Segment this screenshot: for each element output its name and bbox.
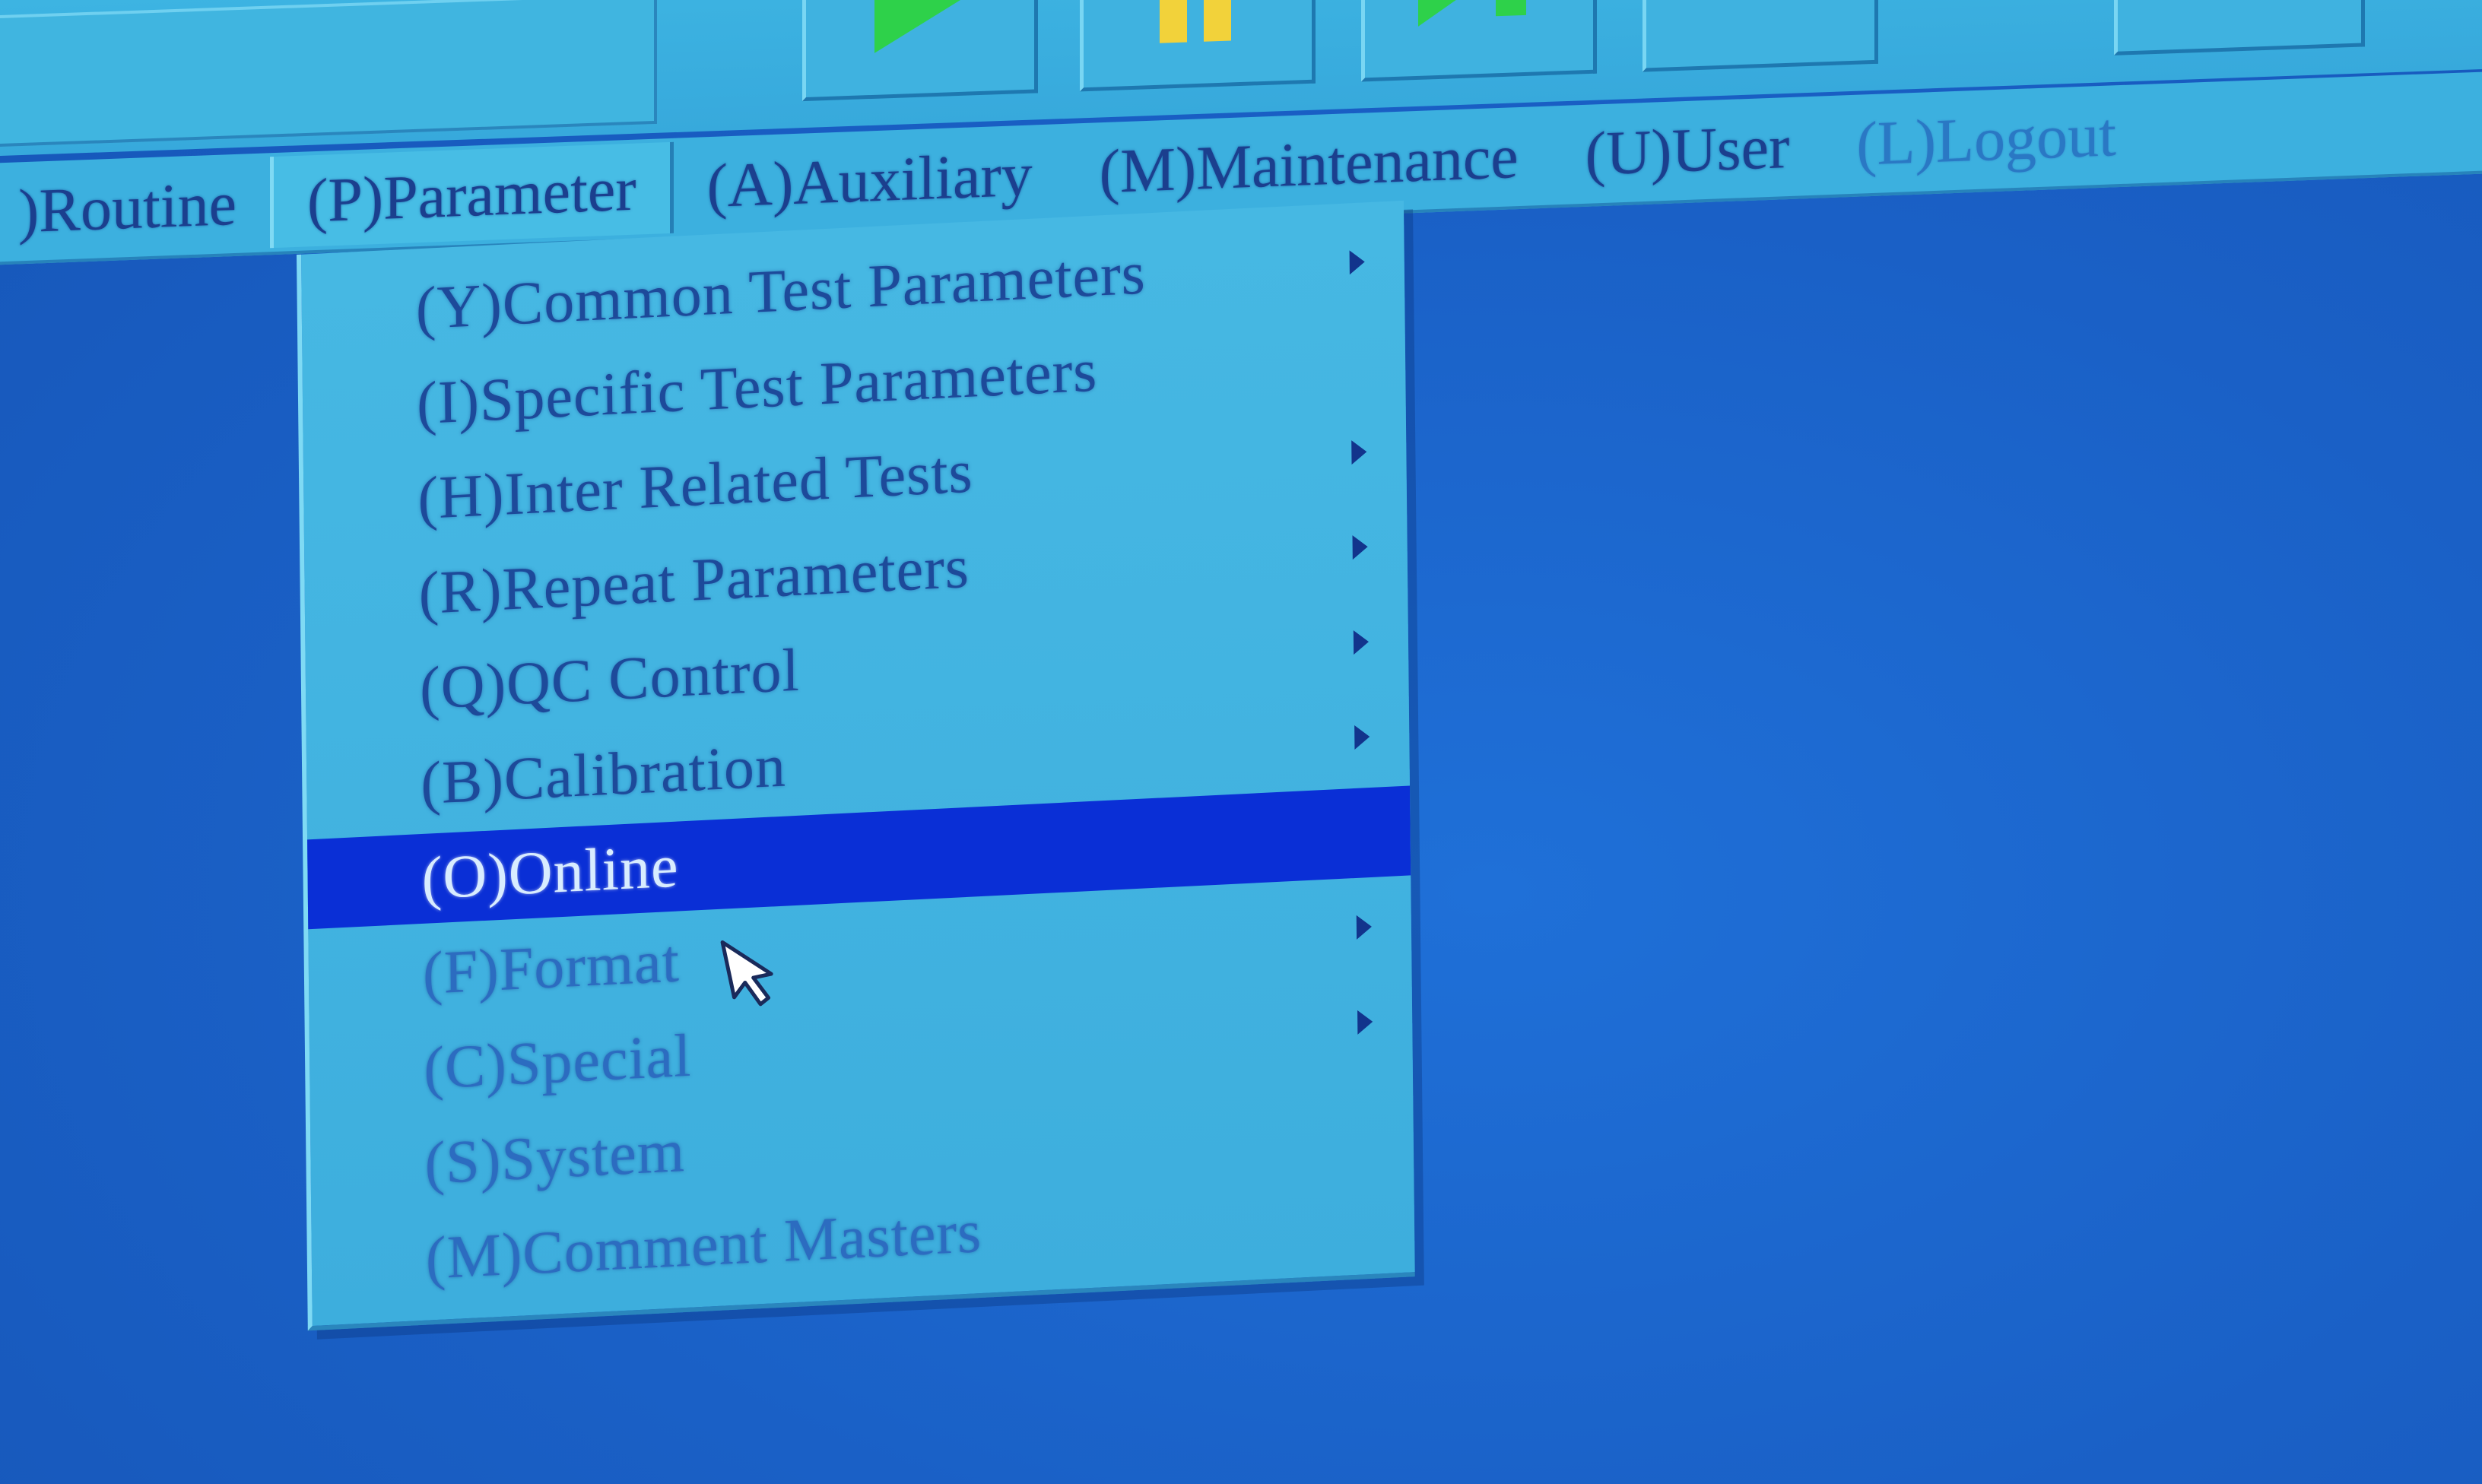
submenu-arrow-icon — [1356, 914, 1373, 940]
menu-auxiliary[interactable]: (A)Auxiliary — [674, 128, 1066, 233]
menu-item-label: (B)Calibration — [420, 732, 787, 818]
play-icon — [874, 0, 966, 53]
submenu-arrow-icon — [1352, 534, 1368, 560]
menu-item-label: (Q)QC Control — [419, 636, 801, 723]
menu-item-label: (S)System — [424, 1118, 686, 1197]
step-play-icon — [1418, 0, 1526, 27]
step-play-button[interactable] — [1361, 0, 1597, 82]
menu-item-label: (C)Special — [423, 1022, 692, 1102]
submenu-arrow-icon — [1357, 1009, 1373, 1035]
pause-icon — [1160, 0, 1231, 43]
submenu-arrow-icon — [1349, 249, 1365, 275]
window-icon — [2141, 0, 2338, 17]
submenu-arrow-icon — [1354, 725, 1370, 750]
menu-item-label: (O)Online — [421, 832, 679, 912]
window-button[interactable] — [2114, 0, 2365, 55]
stop-button[interactable] — [1642, 0, 1878, 72]
menu-routine[interactable]: )Routine — [0, 157, 270, 258]
desktop-screen: )Routine (P)Parameter (A)Auxiliary (M)Ma… — [0, 0, 2482, 1484]
stop-icon — [1707, 0, 1814, 32]
status-field — [0, 0, 657, 147]
menu-item-label: (F)Format — [422, 928, 681, 1007]
menu-parameter[interactable]: (P)Parameter — [269, 141, 674, 249]
menu-user[interactable]: (U)User — [1552, 100, 1823, 201]
pause-button[interactable] — [1080, 0, 1316, 92]
start-button[interactable] — [802, 0, 1038, 102]
parameter-dropdown-menu: (Y)Common Test Parameters (I)Specific Te… — [297, 200, 1415, 1331]
menu-logout[interactable]: (L)Logout — [1823, 88, 2150, 192]
submenu-arrow-icon — [1351, 439, 1367, 465]
submenu-arrow-icon — [1353, 629, 1370, 655]
menu-maintenance[interactable]: (M)Maintenance — [1066, 109, 1552, 218]
